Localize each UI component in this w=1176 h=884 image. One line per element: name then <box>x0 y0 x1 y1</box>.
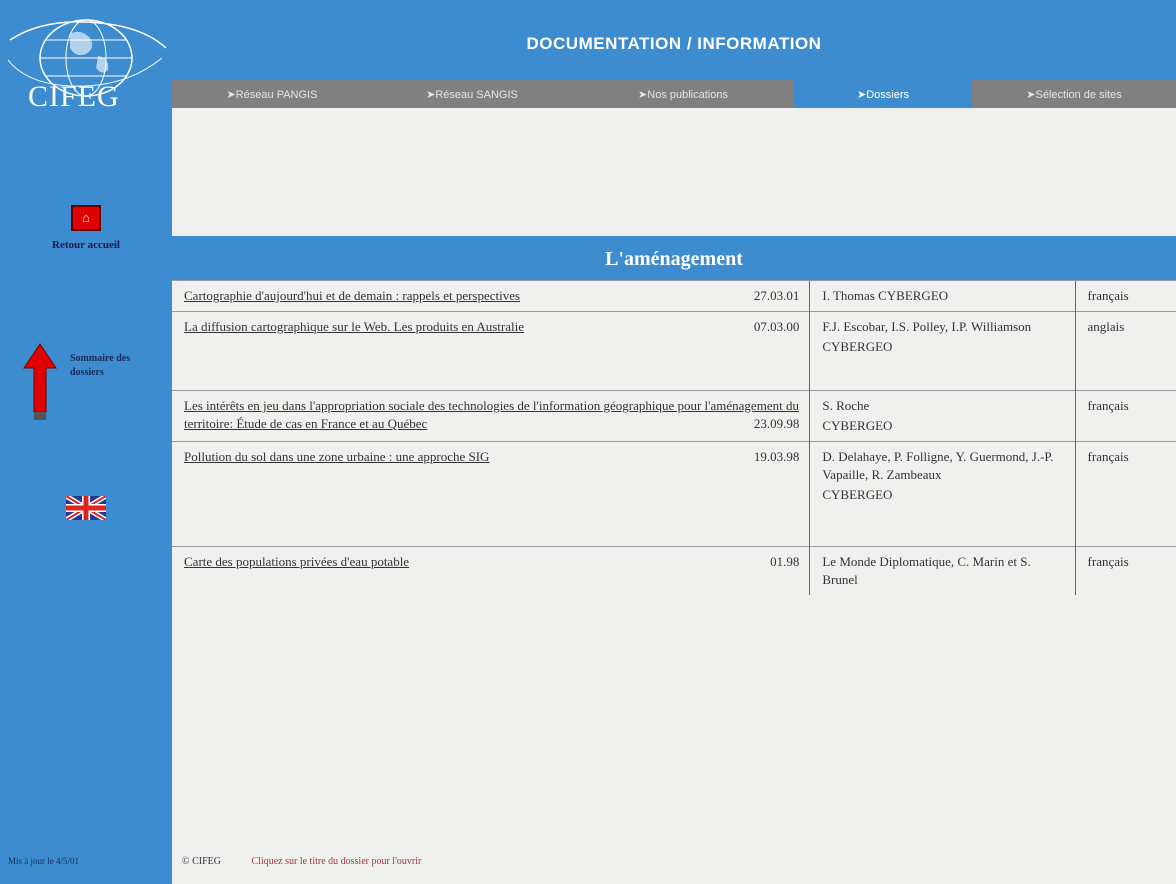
document-date: 19.03.98 <box>753 449 800 464</box>
home-button[interactable]: ⌂ Retour accueil <box>0 205 172 251</box>
document-authors: Le Monde Diplomatique, C. Marin et S. Br… <box>822 554 1031 587</box>
document-language: français <box>1074 280 1176 312</box>
document-title-link[interactable]: Carte des populations privées d'eau pota… <box>184 553 409 571</box>
section-header: L'aménagement <box>172 236 1176 280</box>
cifeg-logo[interactable]: CIFEG <box>0 0 172 128</box>
document-authors: D. Delahaye, P. Folligne, Y. Guermond, J… <box>822 449 1054 482</box>
sidebar: CIFEG ⌂ Retour accueil Sommaire des doss… <box>0 0 172 884</box>
nav-nos-publications[interactable]: ➤Nos publications <box>572 80 794 108</box>
documents-table: Cartographie d'aujourd'hui et de demain … <box>172 280 1176 595</box>
document-authors: I. Thomas <box>822 288 875 303</box>
last-update-text: Mis à jour le 4/5/01 <box>8 856 79 866</box>
document-language: français <box>1074 441 1176 547</box>
table-row: Cartographie d'aujourd'hui et de demain … <box>172 280 1176 312</box>
home-label: Retour accueil <box>52 239 120 251</box>
document-journal: CYBERGEO <box>878 288 949 303</box>
document-title-link[interactable]: Pollution du sol dans une zone urbaine :… <box>184 448 489 466</box>
table-row: Carte des populations privées d'eau pota… <box>172 546 1176 595</box>
table-row: Les intérêts en jeu dans l'appropriation… <box>172 390 1176 442</box>
table-row: Pollution du sol dans une zone urbaine :… <box>172 441 1176 547</box>
footer: © CIFEG Cliquez sur le titre du dossier … <box>182 856 421 867</box>
logo-text: CIFEG <box>28 80 120 113</box>
footer-hint: Cliquez sur le titre du dossier pour l'o… <box>251 856 422 867</box>
document-language: anglais <box>1074 311 1176 391</box>
document-journal: CYBERGEO <box>822 487 893 502</box>
nav-bar: ➤Réseau PANGIS ➤Réseau SANGIS ➤Nos publi… <box>172 80 1176 108</box>
nav-selection-de-sites[interactable]: ➤Sélection de sites <box>972 80 1176 108</box>
home-icon: ⌂ <box>71 205 101 231</box>
document-language: français <box>1074 390 1176 442</box>
nav-reseau-pangis[interactable]: ➤Réseau PANGIS <box>172 80 372 108</box>
summary-label: Sommaire des dossiers <box>70 353 131 378</box>
section-title: L'aménagement <box>605 248 743 270</box>
document-journal: CYBERGEO <box>822 339 893 354</box>
document-title-link[interactable]: Cartographie d'aujourd'hui et de demain … <box>184 287 520 305</box>
page-header: DOCUMENTATION / INFORMATION <box>172 0 1176 80</box>
banner-area <box>172 108 1176 236</box>
nav-reseau-sangis[interactable]: ➤Réseau SANGIS <box>372 80 572 108</box>
document-date: 01.98 <box>770 554 800 569</box>
page-title: DOCUMENTATION / INFORMATION <box>526 34 822 53</box>
uk-flag-icon[interactable] <box>64 493 108 523</box>
document-authors: F.J. Escobar, I.S. Polley, I.P. Williams… <box>822 319 1032 334</box>
arrow-up-icon <box>23 343 57 420</box>
summary-button[interactable]: Sommaire des dossiers <box>22 342 162 422</box>
document-title-link[interactable]: La diffusion cartographique sur le Web. … <box>184 318 524 336</box>
copyright-text: © CIFEG <box>182 856 221 867</box>
document-date: 27.03.01 <box>753 288 800 303</box>
document-date: 07.03.00 <box>753 319 800 334</box>
document-language: français <box>1074 546 1176 595</box>
document-journal: CYBERGEO <box>822 418 893 433</box>
table-row: La diffusion cartographique sur le Web. … <box>172 311 1176 391</box>
document-authors: S. Roche <box>822 398 870 413</box>
nav-dossiers[interactable]: ➤Dossiers <box>794 80 972 108</box>
